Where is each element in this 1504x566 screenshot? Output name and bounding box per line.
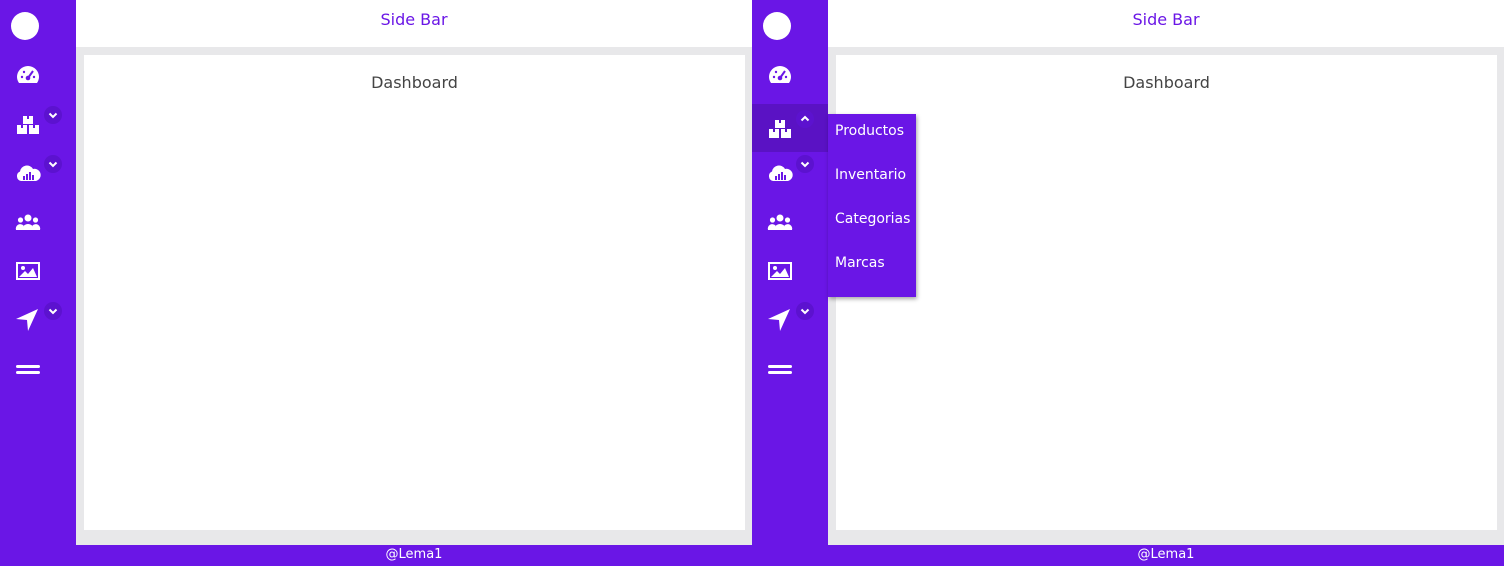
sidebar-item-users[interactable]	[752, 198, 828, 246]
footer-credit: @Lema1	[385, 547, 443, 562]
page-title: Side Bar	[380, 10, 448, 29]
submenu-item-categorias[interactable]: Categorias	[835, 211, 910, 227]
sidebar-item-dashboard[interactable]	[0, 51, 76, 99]
content-area: Dashboard	[76, 47, 752, 545]
location-arrow-icon	[766, 308, 794, 332]
users-icon	[14, 210, 42, 234]
sidebar-toggle[interactable]	[0, 345, 76, 393]
boxes-icon	[766, 116, 794, 140]
cloud-chart-icon	[766, 161, 794, 185]
menu-icon	[14, 357, 42, 381]
logo-circle[interactable]	[763, 12, 791, 40]
sidebar-item-products[interactable]	[0, 100, 76, 148]
top-bar: Side Bar	[76, 0, 752, 47]
chevron-down-icon[interactable]	[44, 302, 62, 320]
dashboard-title: Dashboard	[1123, 73, 1210, 92]
dashboard-card: Dashboard	[836, 55, 1497, 530]
chevron-down-icon[interactable]	[796, 302, 814, 320]
sidebar-item-gallery[interactable]	[0, 247, 76, 295]
chevron-down-icon[interactable]	[44, 155, 62, 173]
location-arrow-icon	[14, 308, 42, 332]
logo-circle[interactable]	[11, 12, 39, 40]
boxes-icon	[14, 112, 42, 136]
sidebar-item-users[interactable]	[0, 198, 76, 246]
chevron-up-icon[interactable]	[796, 110, 814, 128]
sidebar-item-products[interactable]	[752, 104, 828, 152]
sidebar-item-cloud-stats[interactable]	[0, 149, 76, 197]
cloud-chart-icon	[14, 161, 42, 185]
content-area: Dashboard	[828, 47, 1504, 545]
sidebar	[0, 0, 76, 566]
image-icon	[766, 259, 794, 283]
sidebar-toggle[interactable]	[752, 345, 828, 393]
gauge-icon	[14, 63, 42, 87]
chevron-down-icon[interactable]	[796, 155, 814, 173]
sidebar-item-cloud-stats[interactable]	[752, 149, 828, 197]
top-bar: Side Bar	[828, 0, 1504, 47]
submenu-item-marcas[interactable]: Marcas	[835, 255, 885, 271]
sidebar-item-gallery[interactable]	[752, 247, 828, 295]
footer-credit: @Lema1	[1137, 547, 1195, 562]
footer: @Lema1	[828, 545, 1504, 566]
dashboard-card: Dashboard	[84, 55, 745, 530]
sidebar	[752, 0, 828, 566]
dashboard-title: Dashboard	[371, 73, 458, 92]
chevron-down-icon[interactable]	[44, 106, 62, 124]
sidebar-demo-collapsed: Side Bar Dashboard @Lema1	[0, 0, 752, 566]
users-icon	[766, 210, 794, 234]
products-submenu: Productos Inventario Categorias Marcas	[828, 114, 916, 297]
sidebar-item-location[interactable]	[752, 296, 828, 344]
page-title: Side Bar	[1132, 10, 1200, 29]
footer: @Lema1	[76, 545, 752, 566]
sidebar-item-dashboard[interactable]	[752, 51, 828, 99]
image-icon	[14, 259, 42, 283]
submenu-item-productos[interactable]: Productos	[835, 123, 904, 139]
menu-icon	[766, 357, 794, 381]
sidebar-item-location[interactable]	[0, 296, 76, 344]
submenu-item-inventario[interactable]: Inventario	[835, 167, 906, 183]
sidebar-demo-expanded: Side Bar Dashboard Productos Inventario …	[752, 0, 1504, 566]
gauge-icon	[766, 63, 794, 87]
